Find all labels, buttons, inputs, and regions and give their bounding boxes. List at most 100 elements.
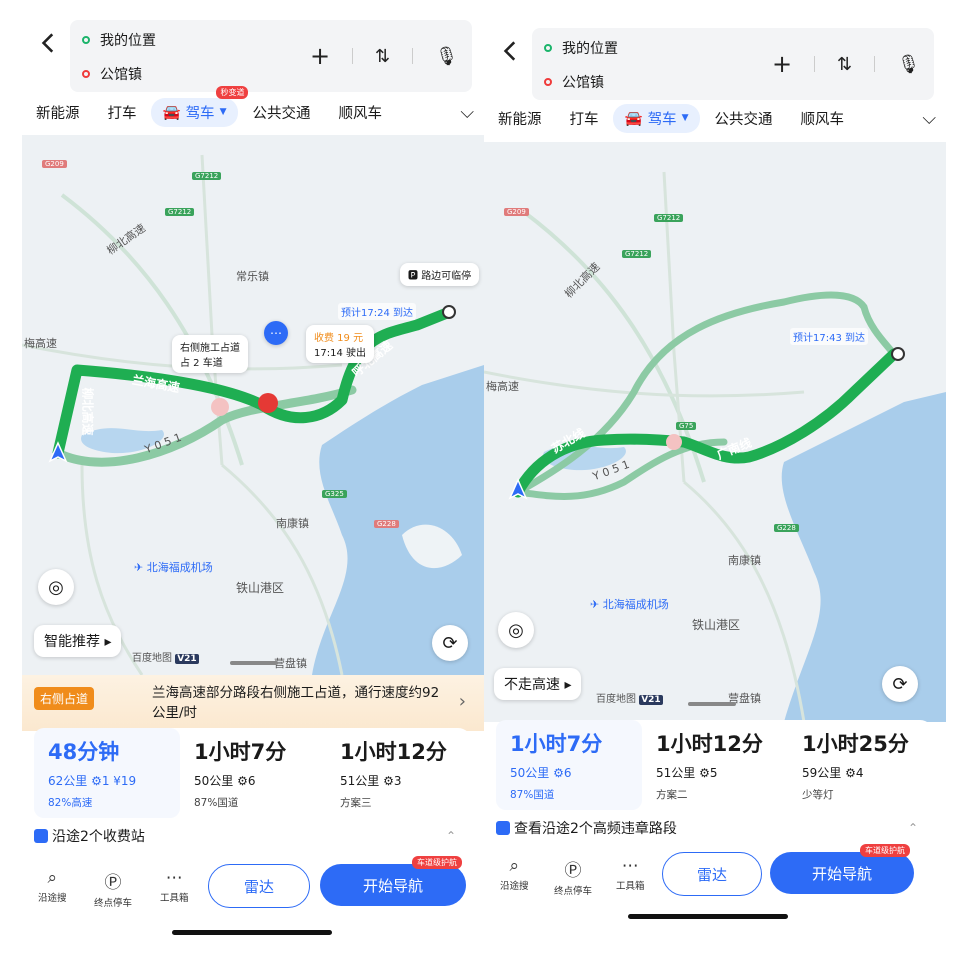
search-icon: ⌕: [47, 868, 58, 888]
home-indicator[interactable]: [628, 914, 788, 919]
divider: [412, 48, 414, 64]
tab-drive[interactable]: 🚘 驾车 ▼: [612, 103, 701, 133]
chevron-down-icon[interactable]: ⌵: [460, 102, 474, 123]
route-search-box[interactable]: 我的位置 公馆镇 + ⇅ 🎙: [70, 20, 472, 92]
route-time: 1小时12分: [656, 732, 763, 756]
route-meta: 50公里 ⚙6: [510, 766, 572, 780]
map-view[interactable]: G209 G7212 G7212 G325 G228 柳北高速 常乐镇 梅高速 …: [22, 135, 484, 675]
tab-taxi[interactable]: 打车: [556, 108, 613, 129]
right-phone-screen: 我的位置 公馆镇 + ⇅ 🎙 新能源 打车 🚘 驾车 ▼ 公共交通 顺风车 ⌵: [484, 0, 946, 957]
locate-me-icon[interactable]: ◎: [498, 612, 534, 648]
violation-summary-row[interactable]: 查看沿途2个高频违章路段 ⌃: [496, 810, 934, 838]
tab-public-transit[interactable]: 公共交通: [238, 102, 324, 123]
tool-label: 工具箱: [616, 881, 645, 892]
radar-button[interactable]: 雷达: [208, 864, 310, 908]
chevron-down-icon[interactable]: ⌵: [922, 108, 936, 129]
swap-icon[interactable]: ⇅: [375, 46, 390, 67]
dropdown-caret-icon: ▼: [219, 107, 227, 117]
route-option-2[interactable]: 1小时12分 51公里 ⚙5 方案二: [642, 720, 788, 810]
swap-icon[interactable]: ⇅: [837, 54, 852, 75]
smart-recommend-chip[interactable]: 智能推荐 ▸: [34, 625, 122, 657]
toll-callout[interactable]: 收费 19 元 17:14 驶出: [306, 325, 374, 363]
toll-station-icon: [34, 829, 48, 843]
route-tag: 少等灯: [802, 789, 834, 801]
toll-summary-row[interactable]: 沿途2个收费站 ⌃: [34, 818, 472, 846]
origin-dot-icon: [82, 36, 90, 44]
route-time: 1小时7分: [510, 732, 603, 756]
refresh-icon[interactable]: ⟳: [882, 666, 918, 702]
shield-g325: G325: [322, 490, 347, 498]
destination-parking-button[interactable]: Ⓟ 终点停车: [94, 868, 132, 909]
toolbox-button[interactable]: ⋯ 工具箱: [160, 868, 189, 904]
drag-handle[interactable]: [688, 702, 736, 706]
voice-mic-icon[interactable]: 🎙: [435, 46, 458, 67]
divider: [814, 56, 816, 72]
toolbox-button[interactable]: ⋯ 工具箱: [616, 856, 645, 892]
shield-g228: G228: [374, 520, 399, 528]
tab-public-transit[interactable]: 公共交通: [700, 108, 786, 129]
search-icon: ⌕: [509, 856, 520, 876]
route-meta: 59公里 ⚙4: [802, 766, 864, 780]
construction-callout[interactable]: 右侧施工占道 占 2 车道: [172, 335, 248, 373]
shield-g7212-b: G7212: [622, 250, 652, 258]
start-navigation-button[interactable]: 开始导航 车道级护航: [320, 856, 466, 906]
tab-drive[interactable]: 🚘 驾车 ▼ 秒变道: [150, 85, 249, 127]
tab-new-energy[interactable]: 新能源: [22, 102, 94, 123]
destination-parking-button[interactable]: Ⓟ 终点停车: [554, 856, 592, 897]
voice-mic-icon[interactable]: 🎙: [897, 54, 920, 75]
add-waypoint-icon[interactable]: +: [772, 50, 792, 78]
route-option-1[interactable]: 1小时7分 50公里 ⚙6 87%国道: [496, 720, 642, 810]
destination-row[interactable]: 公馆镇: [82, 64, 142, 84]
road-label-liubei-h: 柳北高速: [80, 387, 95, 436]
route-meta: 62公里 ⚙1 ¥19: [48, 774, 137, 788]
chevron-up-icon: ⌃: [445, 829, 456, 843]
locate-me-icon[interactable]: ◎: [38, 569, 74, 605]
traffic-notice[interactable]: 右侧占道 兰海高速部分路段右侧施工占道，通行速度约92公里/时 ›: [22, 675, 484, 731]
route-list: 48分钟 62公里 ⚙1 ¥19 82%高速 1小时7分 50公里 ⚙6 87%…: [34, 728, 472, 818]
route-search-box[interactable]: 我的位置 公馆镇 + ⇅ 🎙: [532, 28, 934, 100]
avoid-highway-chip[interactable]: 不走高速 ▸: [494, 668, 582, 700]
back-arrow-icon[interactable]: [36, 30, 62, 56]
lane-guard-badge: 车道级护航: [860, 844, 910, 857]
tab-carpool[interactable]: 顺风车: [786, 108, 858, 129]
search-along-route-button[interactable]: ⌕ 沿途搜: [38, 868, 67, 904]
origin-row[interactable]: 我的位置: [82, 30, 156, 50]
parking-callout[interactable]: 🅿 路边可临停: [400, 263, 480, 286]
route-option-3[interactable]: 1小时12分 51公里 ⚙3 方案三: [326, 728, 472, 818]
drag-handle[interactable]: [230, 661, 278, 665]
violation-icon: [496, 821, 510, 835]
map-view[interactable]: G209 G7212 G7212 G75 G228 柳北高速 梅高速 预计17:…: [484, 142, 946, 722]
route-option-3[interactable]: 1小时25分 59公里 ⚙4 少等灯: [788, 720, 934, 810]
add-waypoint-icon[interactable]: +: [310, 42, 330, 70]
tab-carpool[interactable]: 顺风车: [324, 102, 396, 123]
refresh-icon[interactable]: ⟳: [432, 625, 468, 661]
tab-taxi[interactable]: 打车: [94, 102, 151, 123]
violation-summary-text: 查看沿途2个高频违章路段: [514, 821, 677, 837]
district-label-tieshan: 铁山港区: [692, 618, 741, 632]
route-time: 1小时12分: [340, 740, 447, 764]
route-tag: 方案三: [340, 797, 372, 809]
route-option-2[interactable]: 1小时7分 50公里 ⚙6 87%国道: [180, 728, 326, 818]
chevron-up-icon: ⌃: [907, 821, 918, 835]
attribution-badge: V21: [175, 654, 199, 664]
home-indicator[interactable]: [172, 930, 332, 935]
origin-row[interactable]: 我的位置: [544, 38, 618, 58]
start-nav-label: 开始导航: [362, 876, 423, 895]
back-arrow-icon[interactable]: [498, 38, 524, 64]
notice-text: 兰海高速部分路段右侧施工占道，通行速度约92公里/时: [152, 685, 440, 721]
route-option-1[interactable]: 48分钟 62公里 ⚙1 ¥19 82%高速: [34, 728, 180, 818]
destination-row[interactable]: 公馆镇: [544, 72, 604, 92]
parking-icon: 🅿: [408, 271, 418, 282]
radar-button[interactable]: 雷达: [662, 852, 762, 896]
travel-mode-tabs: 新能源 打车 🚘 驾车 ▼ 秒变道 公共交通 顺风车 ⌵: [22, 85, 484, 132]
bottom-action-bar: ⌕ 沿途搜 Ⓟ 终点停车 ⋯ 工具箱 雷达 开始导航 车道级护航: [484, 844, 946, 906]
airport-label: ✈ 北海福成机场: [134, 561, 213, 574]
tab-new-energy[interactable]: 新能源: [484, 108, 556, 129]
map-attribution: 百度地图 V21: [132, 649, 199, 664]
road-label-mei: 梅高速: [486, 380, 519, 393]
destination-dot-icon: [544, 78, 552, 86]
destination-text: 公馆镇: [100, 67, 142, 83]
search-along-route-button[interactable]: ⌕ 沿途搜: [500, 856, 529, 892]
more-events-icon[interactable]: ⋯: [264, 321, 288, 345]
start-navigation-button[interactable]: 开始导航 车道级护航: [770, 844, 914, 894]
